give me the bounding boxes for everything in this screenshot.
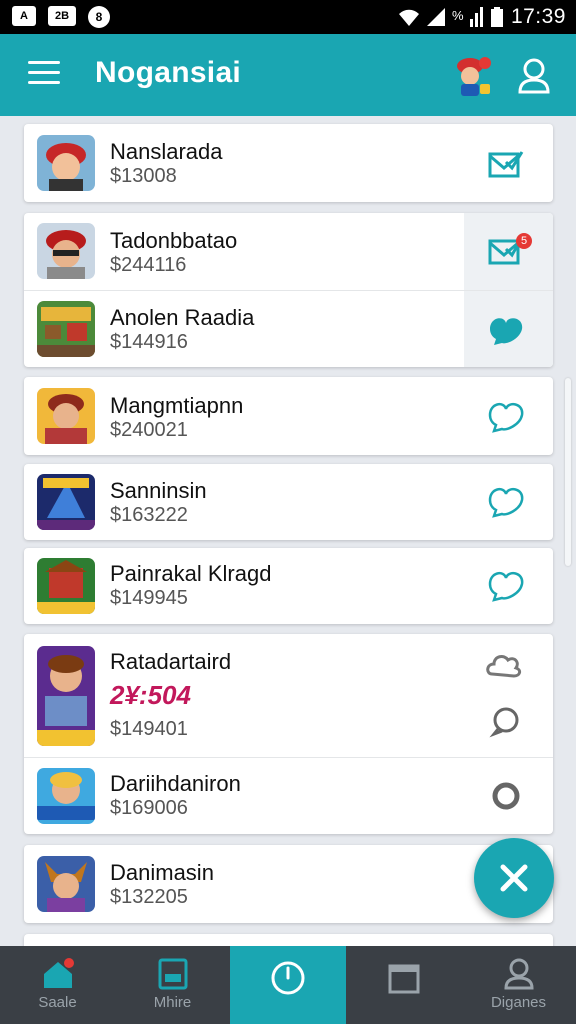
chat-button[interactable] [484, 566, 528, 606]
item-name: Anolen Raadia [110, 305, 255, 330]
chat-button[interactable] [484, 397, 528, 437]
cloud-icon [486, 655, 522, 678]
comment-button[interactable] [484, 702, 528, 742]
notification-icon: A [12, 6, 36, 26]
heart-chat-icon [488, 571, 524, 602]
ring-icon [492, 782, 520, 810]
list-card: Sanninsin $163222 [24, 464, 553, 540]
item-price: $149401 [110, 718, 188, 740]
heart-chat-icon [488, 402, 524, 433]
user-icon [503, 958, 534, 990]
weather-button[interactable] [484, 646, 528, 686]
scrollbar[interactable] [565, 378, 571, 566]
item-thumbnail [37, 856, 95, 912]
battery-percent: % [452, 8, 464, 23]
item-name: Mangmtiapnn [110, 393, 244, 418]
item-promo: 2¥:504 [110, 680, 191, 710]
notification-badge: 5 [516, 233, 532, 249]
nav-label: Diganes [490, 994, 547, 1011]
profile-button[interactable] [516, 56, 552, 96]
list-item[interactable]: Nanslarada $13008 [24, 124, 553, 202]
signal-icon [427, 8, 445, 26]
item-name: Sanninsin [110, 478, 207, 503]
item-thumbnail [37, 135, 95, 191]
item-price: $169006 [110, 797, 188, 819]
list-card: Painrakal Klragd $149945 [24, 548, 553, 624]
nav-item-window[interactable] [346, 946, 461, 1024]
document-icon [158, 958, 187, 990]
item-price: $149945 [110, 587, 188, 609]
user-icon [518, 58, 550, 94]
comment-icon [489, 707, 519, 738]
item-price: $132205 [110, 886, 188, 908]
heart-chat-icon [490, 318, 523, 345]
clock-icon [271, 961, 305, 995]
list-item[interactable]: Ratadartaird 2¥:504 $149401 [24, 634, 553, 757]
notification-icon: 2B [48, 6, 76, 26]
close-fab-button[interactable] [474, 838, 554, 918]
list-item[interactable]: Anolen Raadia $144916 [24, 290, 553, 367]
list-card: Tadonbbatao $244116 5 Anolen Raadia $144… [24, 213, 553, 367]
close-icon [500, 864, 528, 892]
mail-check-button[interactable]: 5 [484, 231, 532, 271]
list-card: Mangmtiapnn $240021 [24, 377, 553, 455]
item-price: $163222 [110, 504, 188, 526]
item-price: $244116 [110, 254, 187, 276]
item-price: $240021 [110, 419, 188, 441]
item-name: Ratadartaird [110, 649, 232, 674]
character-avatar-button[interactable] [452, 54, 492, 98]
menu-button[interactable] [28, 61, 60, 89]
heart-chat-icon [488, 487, 524, 518]
record-button[interactable] [484, 776, 528, 816]
list-item[interactable]: Tadonbbatao $244116 5 [24, 213, 553, 290]
hamburger-icon [28, 61, 60, 64]
list-item[interactable]: Mangmtiapnn $240021 [24, 377, 553, 455]
list-item[interactable]: Painrakal Klragd $149945 [24, 548, 553, 624]
nav-item-profile[interactable]: Diganes [461, 946, 576, 1024]
item-price: $144916 [110, 331, 188, 353]
item-name: Dariihdaniron [110, 771, 241, 796]
notification-icon: 8 [88, 6, 110, 28]
chat-button[interactable] [484, 482, 528, 522]
nav-item-clock[interactable] [230, 946, 346, 1024]
item-name: Danimasin [110, 860, 214, 885]
item-name: Painrakal Klragd [110, 561, 272, 586]
nav-item-list[interactable]: Mhire [115, 946, 230, 1024]
page-title: Nogansiai [95, 56, 242, 89]
item-thumbnail [37, 558, 95, 614]
item-thumbnail [37, 768, 95, 824]
item-thumbnail [37, 388, 95, 444]
nav-label: Saale [38, 994, 77, 1011]
list-card: Ratadartaird 2¥:504 $149401 Dariihdaniro… [24, 634, 553, 834]
signal-bars-icon [470, 6, 484, 28]
mail-check-icon [488, 151, 524, 178]
chat-button[interactable] [484, 311, 528, 351]
item-thumbnail [37, 474, 95, 530]
list-item[interactable]: Sanninsin $163222 [24, 464, 553, 540]
item-name: Tadonbbatao [110, 228, 238, 253]
window-icon [388, 964, 419, 994]
item-thumbnail [37, 223, 95, 279]
list-item[interactable]: Dariihdaniron $169006 [24, 757, 553, 834]
bottom-nav: Saale Mhire Diganes [0, 946, 576, 1024]
item-thumbnail [37, 646, 95, 746]
mail-check-button[interactable] [484, 144, 528, 184]
item-name: Nanslarada [110, 139, 223, 164]
clock: 17:39 [510, 5, 566, 28]
item-price: $13008 [110, 165, 177, 187]
nav-label: Mhire [153, 994, 192, 1011]
battery-icon [491, 6, 503, 28]
app-bar: Nogansiai [0, 34, 576, 116]
status-bar: A 2B 8 % 17:39 [0, 0, 576, 34]
list-card: Nanslarada $13008 [24, 124, 553, 202]
wifi-icon [399, 9, 419, 26]
home-icon [43, 958, 74, 988]
character-avatar-icon [457, 57, 491, 96]
nav-item-home[interactable]: Saale [0, 946, 115, 1024]
item-thumbnail [37, 301, 95, 357]
